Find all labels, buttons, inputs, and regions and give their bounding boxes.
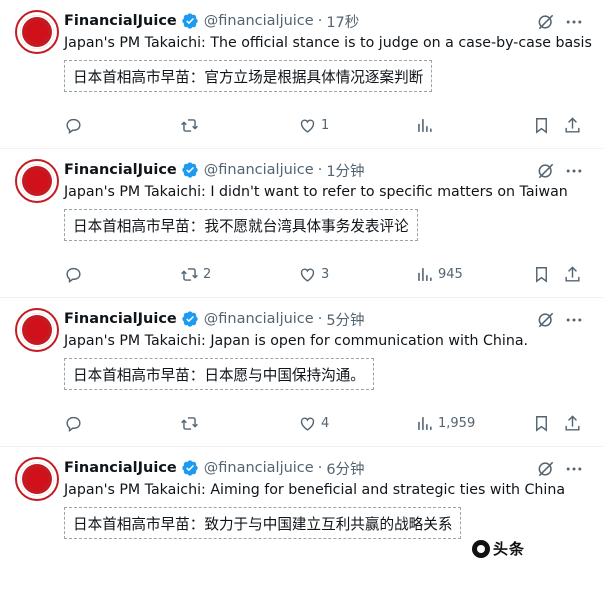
timestamp[interactable]: 5分钟 bbox=[326, 309, 364, 330]
retweet-button[interactable] bbox=[180, 115, 203, 135]
timestamp[interactable]: 17秒 bbox=[326, 11, 359, 32]
tweet-3[interactable]: FinancialJuice @financialjuice · 6分钟 Jap… bbox=[0, 447, 603, 595]
tweet-2[interactable]: FinancialJuice @financialjuice · 5分钟 Jap… bbox=[0, 298, 603, 447]
tweet-header: FinancialJuice @financialjuice · 5分钟 bbox=[64, 309, 365, 329]
avatar[interactable] bbox=[15, 159, 59, 203]
separator: · bbox=[317, 311, 323, 327]
share-icon bbox=[565, 265, 580, 282]
tweet-text: Japan's PM Takaichi: I didn't want to re… bbox=[64, 184, 568, 200]
separator: · bbox=[317, 460, 323, 476]
verified-icon bbox=[182, 311, 198, 327]
tweet-header: FinancialJuice @financialjuice · 17秒 bbox=[64, 11, 359, 31]
more-icon[interactable] bbox=[564, 161, 584, 181]
like-icon bbox=[300, 268, 315, 282]
watermark: 头条 bbox=[468, 538, 530, 559]
reply-icon bbox=[66, 416, 81, 432]
like-icon bbox=[300, 119, 315, 133]
more-icon[interactable] bbox=[564, 459, 584, 479]
reply-icon bbox=[66, 267, 81, 283]
views-button[interactable] bbox=[415, 115, 438, 135]
views-button[interactable]: 945 bbox=[415, 264, 463, 284]
retweet-icon bbox=[181, 416, 198, 430]
handle[interactable]: @financialjuice bbox=[204, 162, 314, 178]
avatar[interactable] bbox=[15, 308, 59, 352]
like-count: 3 bbox=[321, 266, 330, 282]
more-icon[interactable] bbox=[564, 310, 584, 330]
separator: · bbox=[317, 13, 323, 29]
tweet-header: FinancialJuice @financialjuice · 1分钟 bbox=[64, 160, 365, 180]
avatar[interactable] bbox=[15, 10, 59, 54]
like-button[interactable]: 3 bbox=[298, 264, 329, 284]
handle[interactable]: @financialjuice bbox=[204, 311, 314, 327]
views-icon bbox=[418, 416, 432, 430]
reply-button[interactable] bbox=[64, 115, 87, 135]
tweet-text: Japan's PM Takaichi: The official stance… bbox=[64, 35, 592, 51]
retweet-count: 2 bbox=[203, 266, 212, 282]
share-icon bbox=[565, 116, 580, 133]
view-count: 1,959 bbox=[438, 415, 476, 431]
reply-icon bbox=[66, 118, 81, 134]
timestamp[interactable]: 6分钟 bbox=[326, 458, 364, 479]
tweet-0[interactable]: FinancialJuice @financialjuice · 17秒 Jap… bbox=[0, 0, 603, 149]
avatar[interactable] bbox=[15, 457, 59, 501]
translation-box: 日本首相高市早苗：官方立场是根据具体情况逐案判断 bbox=[64, 60, 433, 92]
retweet-icon bbox=[181, 118, 198, 132]
like-button[interactable]: 1 bbox=[298, 115, 329, 135]
verified-icon bbox=[182, 460, 198, 476]
verified-icon bbox=[182, 13, 198, 29]
share-button[interactable] bbox=[563, 264, 582, 284]
grok-icon[interactable] bbox=[536, 310, 556, 330]
timestamp[interactable]: 1分钟 bbox=[326, 160, 364, 181]
separator: · bbox=[317, 162, 323, 178]
like-button[interactable]: 4 bbox=[298, 413, 329, 433]
grok-icon[interactable] bbox=[536, 12, 556, 32]
views-icon bbox=[418, 267, 432, 281]
retweet-icon bbox=[181, 267, 198, 281]
bookmark-icon bbox=[536, 415, 547, 432]
view-count: 945 bbox=[438, 266, 463, 282]
handle[interactable]: @financialjuice bbox=[204, 13, 314, 29]
timeline: FinancialJuice @financialjuice · 17秒 Jap… bbox=[0, 0, 603, 595]
translation-box: 日本首相高市早苗：日本愿与中国保持沟通。 bbox=[64, 358, 374, 390]
verified-icon bbox=[182, 162, 198, 178]
tweet-text: Japan's PM Takaichi: Japan is open for c… bbox=[64, 333, 529, 349]
like-count: 4 bbox=[321, 415, 330, 431]
reply-button[interactable] bbox=[64, 413, 87, 433]
display-name[interactable]: FinancialJuice bbox=[64, 460, 177, 476]
translation-box: 日本首相高市早苗：我不愿就台湾具体事务发表评论 bbox=[64, 209, 418, 241]
bookmark-button[interactable] bbox=[532, 115, 551, 135]
watermark-logo-icon bbox=[472, 539, 490, 558]
display-name[interactable]: FinancialJuice bbox=[64, 162, 177, 178]
share-icon bbox=[565, 414, 580, 431]
share-button[interactable] bbox=[563, 413, 582, 433]
retweet-button[interactable] bbox=[180, 413, 203, 433]
like-icon bbox=[300, 417, 315, 431]
views-button[interactable]: 1,959 bbox=[415, 413, 475, 433]
watermark-text: 头条 bbox=[493, 540, 526, 558]
retweet-button[interactable]: 2 bbox=[180, 264, 211, 284]
display-name[interactable]: FinancialJuice bbox=[64, 311, 177, 327]
bookmark-icon bbox=[536, 266, 547, 283]
more-icon[interactable] bbox=[564, 12, 584, 32]
bookmark-icon bbox=[536, 117, 547, 134]
like-count: 1 bbox=[321, 117, 330, 133]
grok-icon[interactable] bbox=[536, 161, 556, 181]
share-button[interactable] bbox=[563, 115, 582, 135]
display-name[interactable]: FinancialJuice bbox=[64, 13, 177, 29]
views-icon bbox=[418, 118, 432, 132]
handle[interactable]: @financialjuice bbox=[204, 460, 314, 476]
tweet-text: Japan's PM Takaichi: Aiming for benefici… bbox=[64, 482, 566, 498]
bookmark-button[interactable] bbox=[532, 413, 551, 433]
tweet-header: FinancialJuice @financialjuice · 6分钟 bbox=[64, 458, 365, 478]
reply-button[interactable] bbox=[64, 264, 87, 284]
bookmark-button[interactable] bbox=[532, 264, 551, 284]
translation-box: 日本首相高市早苗：致力于与中国建立互利共赢的战略关系 bbox=[64, 507, 462, 539]
tweet-1[interactable]: FinancialJuice @financialjuice · 1分钟 Jap… bbox=[0, 149, 603, 298]
grok-icon[interactable] bbox=[536, 459, 556, 479]
